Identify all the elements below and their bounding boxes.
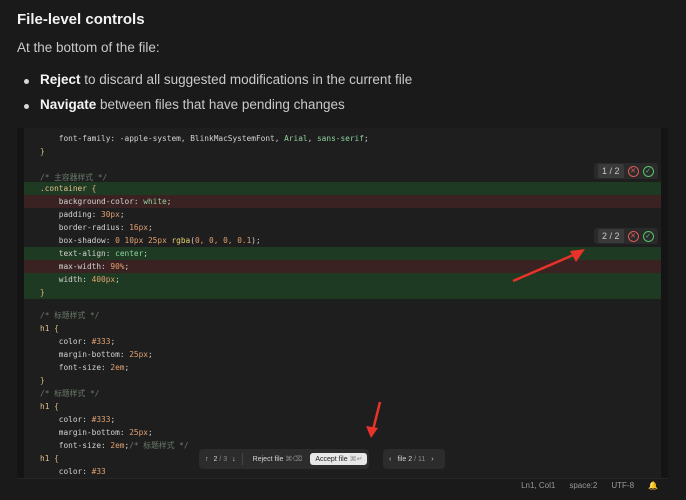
- file-label: file: [397, 455, 407, 463]
- bullet-bold: Navigate: [40, 97, 97, 112]
- code-line: /* 标题样式 */: [40, 389, 100, 398]
- code-line: }: [24, 286, 661, 299]
- change-navigator: ↑ 2 / 3 ↓: [199, 456, 242, 463]
- bullet-reject: Reject to discard all suggested modifica…: [23, 72, 413, 87]
- arrow-up-icon[interactable]: ↑: [205, 456, 209, 463]
- accept-hunk-icon[interactable]: ✓: [642, 165, 654, 177]
- divider: [241, 453, 243, 465]
- code-editor[interactable]: font-family: -apple-system, BlinkMacSyst…: [17, 128, 668, 491]
- code-line: margin-bottom: 25px;: [58, 350, 153, 359]
- reject-hunk-icon[interactable]: ✕: [627, 230, 639, 242]
- bell-icon[interactable]: 🔔: [648, 481, 658, 490]
- chevron-right-icon[interactable]: ›: [431, 456, 433, 463]
- arrow-down-icon[interactable]: ↓: [232, 456, 236, 463]
- code-line: padding: 30px;: [58, 210, 125, 219]
- accept-file-button[interactable]: Accept file ⌘↵: [310, 453, 368, 465]
- code-line: width: 400px;: [24, 273, 661, 286]
- hunk-counter: 2 / 2: [598, 229, 624, 243]
- file-position: file 2 / 11: [397, 455, 426, 463]
- file-navigator: ‹ file 2 / 11 ›: [383, 449, 445, 469]
- file-nav-group: ‹ file 2 / 11 ›: [383, 456, 440, 463]
- bullet-navigate: Navigate between files that have pending…: [24, 97, 345, 112]
- change-total: 3: [223, 455, 228, 463]
- code-line: color: #333;: [58, 415, 116, 424]
- accept-file-label: Accept file: [315, 456, 348, 463]
- code-line: .container {: [24, 182, 661, 195]
- change-pos: 2: [213, 455, 218, 463]
- hunk-controls-1: 1 / 2 ✕ ✓: [594, 163, 658, 179]
- code-line: }: [40, 147, 45, 156]
- bullet-text: between files that have pending changes: [96, 97, 345, 112]
- code-line: h1 {: [40, 402, 59, 411]
- code-line: margin-bottom: 25px;: [58, 428, 153, 437]
- hunk-controls-2: 2 / 2 ✕ ✓: [594, 228, 658, 244]
- reject-hunk-icon[interactable]: ✕: [627, 165, 639, 177]
- bullet-text: to discard all suggested modifications i…: [80, 72, 413, 87]
- status-bar: Ln1, Col1 space:2 UTF-8 🔔: [17, 478, 668, 491]
- code-line: border-radius: 16px;: [58, 223, 153, 232]
- file-review-bar: ↑ 2 / 3 ↓ Reject file ⌘⌫ Accept file ⌘↵: [199, 449, 369, 469]
- doc-title: File-level controls: [17, 11, 145, 28]
- code-line: font-family: -apple-system, BlinkMacSyst…: [58, 134, 369, 143]
- reject-file-label: Reject file: [252, 456, 284, 463]
- doc-intro: At the bottom of the file:: [17, 40, 160, 55]
- bullet-bold: Reject: [40, 72, 81, 87]
- file-total: 11: [418, 455, 426, 463]
- hunk-counter: 1 / 2: [598, 164, 624, 178]
- change-position: 2 / 3: [213, 455, 228, 463]
- reject-file-button[interactable]: Reject file ⌘⌫: [248, 453, 308, 465]
- accept-shortcut: ⌘↵: [349, 456, 363, 463]
- code-line: background-color: white;: [24, 195, 661, 208]
- accept-hunk-icon[interactable]: ✓: [642, 230, 654, 242]
- code-line: /* 标题样式 */: [40, 311, 100, 320]
- code-line: font-size: 2em;: [58, 363, 130, 372]
- code-line: }: [40, 376, 45, 385]
- code-line: h1 {: [40, 324, 59, 333]
- code-line: color: #333;: [58, 337, 116, 346]
- reject-shortcut: ⌘⌫: [285, 456, 303, 463]
- code-line: max-width: 90%;: [24, 260, 661, 273]
- chevron-left-icon[interactable]: ‹: [389, 456, 391, 463]
- cursor-position[interactable]: Ln1, Col1: [521, 481, 555, 490]
- code-area[interactable]: font-family: -apple-system, BlinkMacSyst…: [24, 128, 661, 478]
- encoding[interactable]: UTF-8: [611, 481, 634, 490]
- code-line: text-align: center;: [24, 247, 661, 260]
- indentation[interactable]: space:2: [569, 481, 597, 490]
- code-line: box-shadow: 0 10px 25px rgba(0, 0, 0, 0.…: [58, 236, 261, 245]
